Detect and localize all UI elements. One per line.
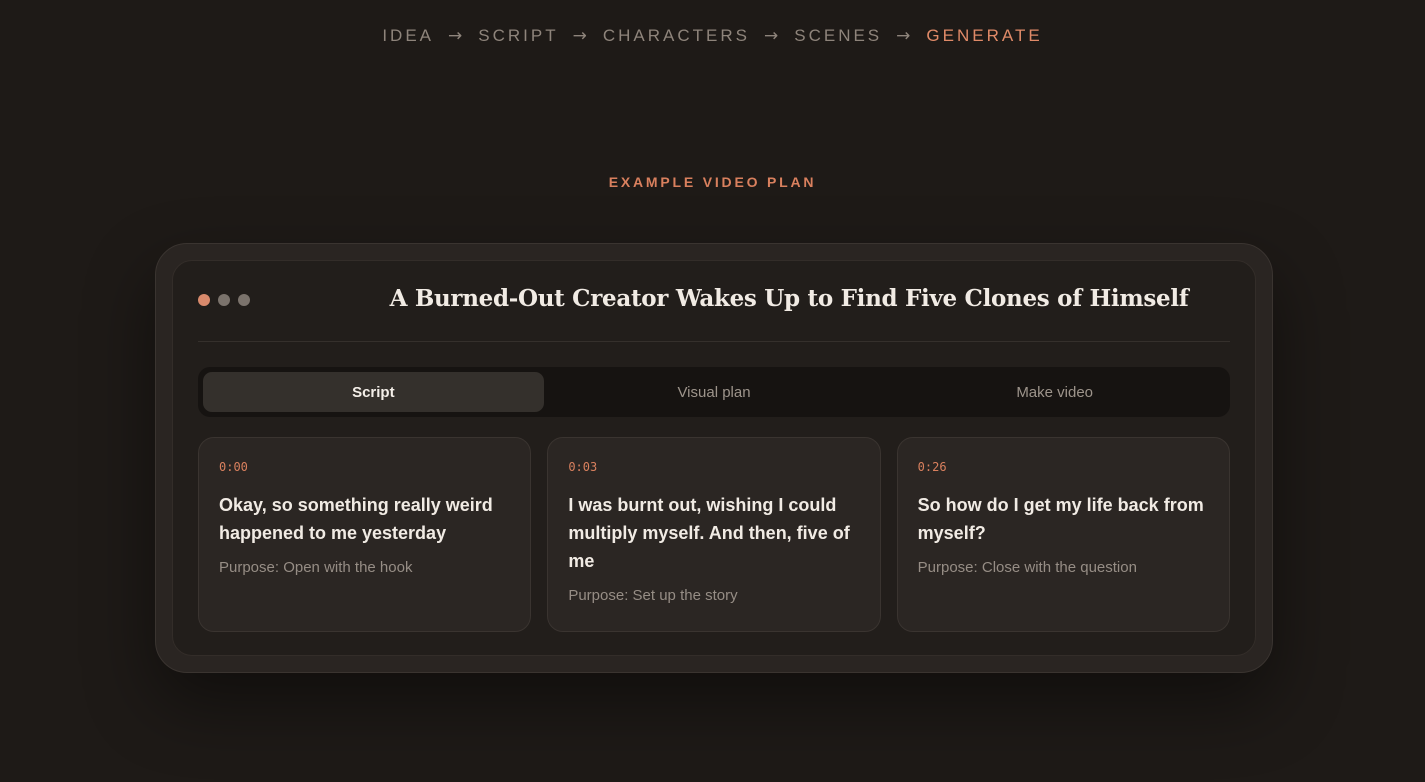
arrow-right-icon: → bbox=[572, 26, 587, 46]
pipeline-steps: IDEA → SCRIPT → CHARACTERS → SCENES → GE… bbox=[0, 26, 1425, 46]
step-idea[interactable]: IDEA bbox=[382, 26, 434, 46]
card-purpose: Purpose: Close with the question bbox=[917, 559, 1137, 576]
tab-make-video[interactable]: Make video bbox=[884, 372, 1225, 412]
step-characters[interactable]: CHARACTERS bbox=[603, 26, 750, 46]
plan-window: A Burned-Out Creator Wakes Up to Find Fi… bbox=[172, 260, 1256, 656]
arrow-right-icon: → bbox=[448, 26, 463, 46]
card-purpose: Purpose: Set up the story bbox=[568, 587, 738, 604]
tab-script[interactable]: Script bbox=[203, 372, 544, 412]
section-label: EXAMPLE VIDEO PLAN bbox=[608, 174, 817, 190]
card-purpose: Purpose: Open with the hook bbox=[219, 559, 413, 576]
script-cards: 0:00 Okay, so something really weird hap… bbox=[198, 437, 1230, 632]
script-card[interactable]: 0:26 So how do I get my life back from m… bbox=[896, 437, 1230, 632]
card-timestamp: 0:00 bbox=[219, 460, 248, 474]
header-divider bbox=[198, 341, 1230, 342]
card-line: Okay, so something really weird happened… bbox=[219, 495, 493, 543]
step-script[interactable]: SCRIPT bbox=[478, 26, 558, 46]
card-line: So how do I get my life back from myself… bbox=[917, 495, 1204, 543]
script-card[interactable]: 0:03 I was burnt out, wishing I could mu… bbox=[547, 437, 881, 632]
card-timestamp: 0:26 bbox=[917, 460, 947, 474]
card-timestamp: 0:03 bbox=[568, 460, 598, 474]
card-line: I was burnt out, wishing I could multipl… bbox=[568, 495, 850, 571]
plan-frame: A Burned-Out Creator Wakes Up to Find Fi… bbox=[155, 243, 1273, 673]
tab-visual-plan[interactable]: Visual plan bbox=[544, 372, 885, 412]
plan-tabs: Script Visual plan Make video bbox=[198, 367, 1230, 417]
step-generate[interactable]: GENERATE bbox=[926, 26, 1042, 46]
plan-title: A Burned-Out Creator Wakes Up to Find Fi… bbox=[389, 285, 1189, 312]
step-scenes[interactable]: SCENES bbox=[794, 26, 882, 46]
arrow-right-icon: → bbox=[763, 26, 779, 46]
arrow-right-icon: → bbox=[896, 26, 911, 46]
script-card[interactable]: 0:00 Okay, so something really weird hap… bbox=[198, 437, 532, 632]
page: IDEA → SCRIPT → CHARACTERS → SCENES → GE… bbox=[0, 0, 1425, 782]
